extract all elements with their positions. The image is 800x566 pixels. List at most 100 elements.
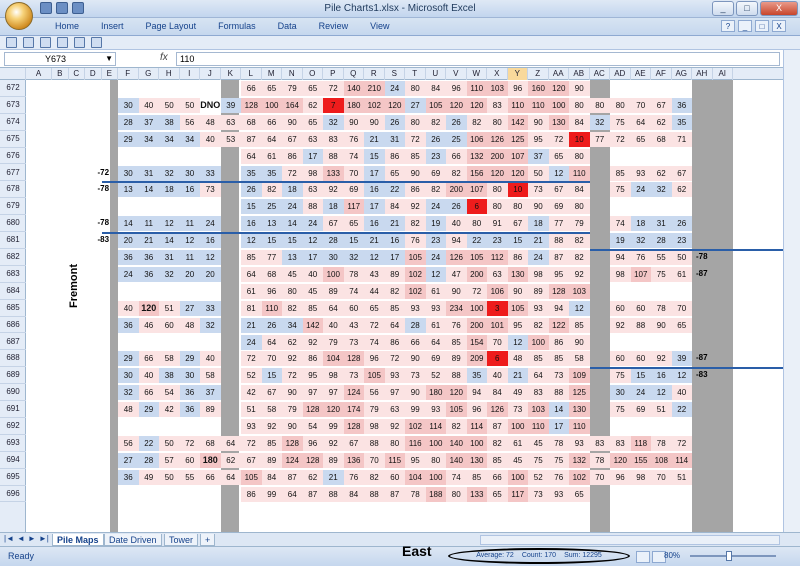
cell-n691[interactable]: 79 bbox=[282, 402, 303, 418]
cell-ad678[interactable]: 75 bbox=[610, 182, 631, 198]
cell-area[interactable]: 66 65 79 65 72 140 210 24 80 84 96 110 103 96 160 120 90… bbox=[26, 80, 783, 532]
cell-n674[interactable]: 90 bbox=[282, 114, 303, 130]
cell-y696[interactable]: 117 bbox=[507, 486, 528, 502]
column-header-ab[interactable]: AB bbox=[569, 68, 590, 80]
cell-ag685[interactable]: 70 bbox=[671, 300, 692, 316]
cell-s675[interactable]: 31 bbox=[384, 131, 405, 147]
cell-z683[interactable]: 98 bbox=[528, 266, 549, 282]
cell-f677[interactable]: 30 bbox=[118, 165, 139, 181]
cell-ag690[interactable]: 40 bbox=[671, 385, 692, 401]
cell-k693[interactable]: 64 bbox=[220, 435, 241, 451]
cell-i693[interactable]: 72 bbox=[179, 435, 200, 451]
cell-j681[interactable]: 16 bbox=[200, 233, 221, 249]
cell-y684[interactable]: 90 bbox=[507, 283, 528, 299]
cell-t689[interactable]: 73 bbox=[405, 368, 426, 384]
cell-y693[interactable]: 61 bbox=[507, 435, 528, 451]
column-header-q[interactable]: Q bbox=[344, 68, 364, 80]
cell-aa696[interactable]: 93 bbox=[548, 486, 569, 502]
cell-z676[interactable]: 37 bbox=[528, 148, 549, 164]
cell-g691[interactable]: 29 bbox=[138, 402, 159, 418]
cell-y672[interactable]: 96 bbox=[507, 81, 528, 96]
cell-ad690[interactable]: 30 bbox=[610, 385, 631, 401]
cell-w686[interactable]: 200 bbox=[466, 317, 487, 333]
cell-x677[interactable]: 120 bbox=[487, 165, 508, 181]
cell-q690[interactable]: 124 bbox=[343, 385, 364, 401]
cell-s682[interactable]: 17 bbox=[384, 250, 405, 265]
cell-u696[interactable]: 188 bbox=[425, 486, 446, 502]
cell-q678[interactable]: 69 bbox=[343, 182, 364, 198]
cell-z674[interactable]: 90 bbox=[528, 114, 549, 130]
cell-y689[interactable]: 21 bbox=[507, 368, 528, 384]
cell-l686[interactable]: 21 bbox=[241, 317, 262, 333]
cell-ae677[interactable]: 93 bbox=[630, 165, 651, 181]
cell-ae690[interactable]: 24 bbox=[630, 385, 651, 401]
cell-u695[interactable]: 100 bbox=[425, 469, 446, 485]
cell-i675[interactable]: 34 bbox=[179, 131, 200, 147]
cell-ab684[interactable]: 103 bbox=[569, 283, 590, 299]
cell-v676[interactable]: 66 bbox=[446, 148, 467, 164]
cell-ad674[interactable]: 75 bbox=[610, 114, 631, 130]
cell-ab687[interactable]: 90 bbox=[569, 334, 590, 350]
cell-ae681[interactable]: 32 bbox=[630, 233, 651, 249]
cell-v693[interactable]: 140 bbox=[446, 435, 467, 451]
column-header-s[interactable]: S bbox=[385, 68, 405, 80]
open-icon[interactable] bbox=[74, 37, 85, 48]
cell-f683[interactable]: 24 bbox=[118, 266, 139, 282]
cell-j691[interactable]: 89 bbox=[200, 402, 221, 418]
cell-v695[interactable]: 74 bbox=[446, 469, 467, 485]
cell-af675[interactable]: 68 bbox=[651, 131, 672, 147]
cell-t672[interactable]: 80 bbox=[405, 81, 426, 96]
cell-af690[interactable]: 12 bbox=[651, 385, 672, 401]
cell-p692[interactable]: 99 bbox=[323, 419, 344, 434]
column-header-ac[interactable]: AC bbox=[590, 68, 610, 80]
cell-z688[interactable]: 85 bbox=[528, 351, 549, 367]
name-box[interactable]: Y673 ▼ bbox=[4, 52, 116, 66]
cell-ab677[interactable]: 110 bbox=[569, 165, 590, 181]
cell-f686[interactable]: 36 bbox=[118, 317, 139, 333]
cell-ag686[interactable]: 65 bbox=[671, 317, 692, 333]
cell-o687[interactable]: 92 bbox=[302, 334, 323, 350]
cell-af681[interactable]: 28 bbox=[651, 233, 672, 249]
cell-i681[interactable]: 12 bbox=[179, 233, 200, 249]
cell-s678[interactable]: 22 bbox=[384, 182, 405, 198]
cell-u685[interactable]: 93 bbox=[425, 300, 446, 316]
cell-aa679[interactable]: 69 bbox=[548, 199, 569, 215]
cell-w676[interactable]: 132 bbox=[466, 148, 487, 164]
cell-g694[interactable]: 28 bbox=[138, 452, 159, 468]
cell-q688[interactable]: 128 bbox=[343, 351, 364, 367]
cell-u673[interactable]: 105 bbox=[425, 97, 446, 113]
cell-y695[interactable]: 100 bbox=[507, 469, 528, 485]
cell-r688[interactable]: 96 bbox=[364, 351, 385, 367]
cell-ad689[interactable]: 75 bbox=[610, 368, 631, 384]
cell-t684[interactable]: 102 bbox=[405, 283, 426, 299]
cell-y688[interactable]: 48 bbox=[507, 351, 528, 367]
cell-g678[interactable]: 14 bbox=[138, 182, 159, 198]
cell-u679[interactable]: 24 bbox=[425, 199, 446, 215]
cell-p676[interactable]: 88 bbox=[323, 148, 344, 164]
cell-i674[interactable]: 56 bbox=[179, 114, 200, 130]
cell-p680[interactable]: 67 bbox=[323, 216, 344, 232]
cell-l682[interactable]: 85 bbox=[241, 250, 262, 265]
cell-z682[interactable]: 24 bbox=[528, 250, 549, 265]
cell-s690[interactable]: 97 bbox=[384, 385, 405, 401]
cell-h694[interactable]: 57 bbox=[159, 452, 180, 468]
cell-l689[interactable]: 52 bbox=[241, 368, 262, 384]
cell-m674[interactable]: 66 bbox=[261, 114, 282, 130]
cell-m695[interactable]: 84 bbox=[261, 469, 282, 485]
cell-ad691[interactable]: 75 bbox=[610, 402, 631, 418]
cell-x681[interactable]: 23 bbox=[487, 233, 508, 249]
cell-ae683[interactable]: 107 bbox=[630, 266, 651, 282]
cell-g683[interactable]: 36 bbox=[138, 266, 159, 282]
cell-z673[interactable]: 110 bbox=[528, 97, 549, 113]
cell-z695[interactable]: 52 bbox=[528, 469, 549, 485]
cell-h675[interactable]: 34 bbox=[159, 131, 180, 147]
cell-r679[interactable]: 17 bbox=[364, 199, 385, 215]
cell-o689[interactable]: 95 bbox=[302, 368, 323, 384]
cell-i685[interactable]: 27 bbox=[179, 300, 200, 316]
cell-f681[interactable]: 20 bbox=[118, 233, 139, 249]
zoom-level[interactable]: 80% bbox=[664, 551, 680, 560]
cell-s672[interactable]: 24 bbox=[384, 81, 405, 96]
column-header-af[interactable]: AF bbox=[651, 68, 672, 80]
cell-m676[interactable]: 61 bbox=[261, 148, 282, 164]
cell-x679[interactable]: 80 bbox=[487, 199, 508, 215]
